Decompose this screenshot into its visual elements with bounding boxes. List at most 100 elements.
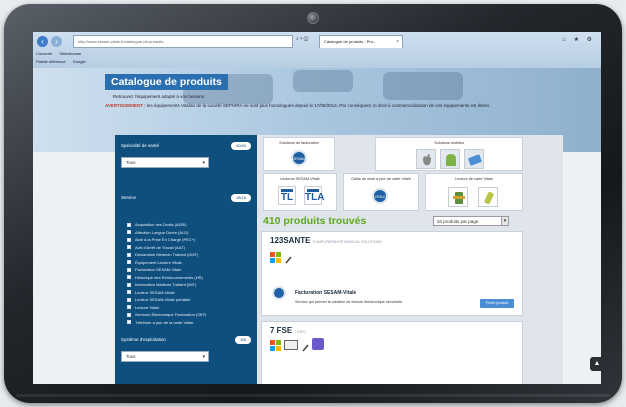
forward-arrow-icon[interactable]: › [51, 36, 62, 47]
service-option[interactable]: Lecture Vitale [127, 304, 255, 312]
filter-box-title: Outils de mise à jour de carte Vitale [351, 177, 411, 181]
sesam-icon: SESAM [291, 150, 307, 166]
warning-notice: AVERTISSEMENT : les équipements Vitaliss… [105, 102, 597, 109]
catalogue-content: Spécialité de santé 40/40 Tous ▾ Service… [115, 135, 563, 384]
filter-specialite-header[interactable]: Spécialité de santé 40/40 [121, 141, 251, 151]
filter-service-header[interactable]: Service 18/18 [121, 193, 251, 203]
checkbox[interactable] [127, 290, 131, 295]
product-name-text: 7 FSE [270, 326, 293, 335]
checkbox[interactable] [127, 312, 131, 317]
tab-catalogue[interactable]: Catalogue de produits - Pro... × [319, 35, 403, 48]
checkbox[interactable] [127, 267, 131, 272]
service-checkbox-list: Acquisition des Droits (ADRi) Affection … [127, 221, 255, 326]
checkbox[interactable] [127, 252, 131, 257]
tla-reader-icon[interactable]: TLA [304, 186, 325, 205]
browser-toolbar-icons[interactable]: ⌂ ★ ⚙ [562, 36, 595, 43]
per-page-select[interactable]: 20 produits par page ▾ [433, 216, 509, 226]
chevron-down-icon: ▾ [501, 216, 509, 226]
product-name[interactable]: 123SANTE COMPUTERSHOP MEDICAL SOLUTIONS [270, 236, 382, 245]
product-service-desc: Service qui permet la création de factur… [295, 300, 403, 304]
favorite-item-1[interactable]: Parfait référencé [36, 59, 66, 64]
checkbox[interactable] [127, 275, 131, 280]
card-reader-icon[interactable] [448, 187, 468, 207]
service-option[interactable]: Facturation SESAM-Vitale [127, 266, 255, 274]
product-details-button[interactable]: Fiche produit [480, 299, 514, 308]
service-option[interactable]: Aide à la Prise En Charge (PEC+) [127, 236, 255, 244]
scroll-to-top-button[interactable]: ▲ [590, 357, 601, 371]
option-label: Information Médecin Traitant (IMT) [135, 282, 197, 287]
pocket-pc-icon [284, 340, 298, 350]
filter-count-badge: 18/18 [230, 194, 251, 202]
checkbox[interactable] [127, 222, 131, 227]
service-option[interactable]: Téléinser à jour de la carte Vitale [127, 319, 255, 327]
menu-item-convertir[interactable]: Convertir [36, 51, 52, 56]
filter-count-badge: 40/40 [230, 142, 251, 150]
favorite-item-google[interactable]: Google [73, 59, 86, 64]
checkbox[interactable] [127, 245, 131, 250]
service-option[interactable]: Information Médecin Traitant (IMT) [127, 281, 255, 289]
filter-label: Service [121, 195, 137, 200]
option-label: Acquisition des Droits (ADRi) [135, 222, 187, 227]
service-option[interactable]: Lecteur SESAM-Vitale portable [127, 296, 255, 304]
vendor-name: 7 INFO [294, 330, 306, 334]
product-service-title: Facturation SESAM-Vitale [295, 290, 357, 296]
filter-box-title: Solutions de facturation [279, 141, 319, 145]
menu-bar: Convertir Sélectionner [36, 51, 88, 56]
filter-box-outils[interactable]: Outils de mise à jour de carte Vitale VI… [343, 173, 419, 211]
checkbox[interactable] [127, 297, 131, 302]
checkbox[interactable] [127, 237, 131, 242]
apple-icon[interactable] [416, 149, 436, 169]
filter-count-badge: 5/5 [235, 336, 251, 344]
checkbox[interactable] [127, 230, 131, 235]
vitale-update-icon: VITALE [372, 188, 388, 204]
service-option[interactable]: Lecteur SESAM-Vitale [127, 289, 255, 297]
checkbox[interactable] [127, 282, 131, 287]
specialite-select[interactable]: Tous ▾ [121, 157, 209, 168]
filter-box-lecteurs[interactable]: Lecteurs SESAM-Vitale TL TLA [263, 173, 337, 211]
checkbox[interactable] [127, 305, 131, 310]
systeme-select[interactable]: Tous ▾ [121, 351, 209, 362]
page-subtitle: Retrouvez l'équipement adapté à vos beso… [113, 94, 206, 99]
tablet-screen: ‹ › http://www.sesam-vitale.fr/catalogue… [33, 32, 601, 384]
mobile-device-icon [284, 252, 294, 264]
windows-mobile-icon[interactable] [464, 149, 484, 169]
results-count: 410 produits trouvés [263, 215, 367, 227]
tile-label: TL [280, 192, 294, 203]
filter-box-title: Solutions mobiles [434, 141, 464, 145]
tab-close-icon[interactable]: × [396, 36, 399, 48]
address-bar[interactable]: http://www.sesam-vitale.fr/catalogue-de-… [73, 35, 293, 48]
tile-label: TLA [305, 192, 325, 203]
service-option[interactable]: Déclaration Médecin Traitant (DMT) [127, 251, 255, 259]
option-label: Historique des Remboursements (HR) [135, 274, 203, 280]
filter-box-mobiles[interactable]: Solutions mobiles [375, 137, 523, 171]
service-option[interactable]: Équipement Lecture Vitale [127, 259, 255, 267]
filter-box-lecture[interactable]: Lecture de carte Vitale [425, 173, 523, 211]
service-option[interactable]: Historique des Remboursements (HR) [127, 274, 255, 282]
product-name-text: 123SANTE [270, 236, 311, 245]
service-option[interactable]: Services Électronique Facturation (SEF) [127, 311, 255, 319]
tablet-bezel-edge [16, 394, 610, 397]
tablet-frame: ‹ › http://www.sesam-vitale.fr/catalogue… [4, 4, 622, 403]
filter-box-facturation[interactable]: Solutions de facturation SESAM [263, 137, 335, 171]
android-icon[interactable] [440, 149, 460, 169]
favorites-bar: Parfait référencé Google [36, 59, 92, 64]
service-option[interactable]: Avis d'Arrêt de Travail (AAT) [127, 244, 255, 252]
service-option[interactable]: Affection Longue Durée (ALD) [127, 229, 255, 237]
windows-logo-icon [270, 340, 281, 351]
service-option[interactable]: Acquisition des Droits (ADRi) [127, 221, 255, 229]
option-label: Lecteur SESAM-Vitale portable [135, 297, 191, 302]
filter-box-title: Lecture de carte Vitale [455, 177, 493, 181]
card-reader-portable-icon[interactable] [478, 187, 498, 207]
address-bar-icons[interactable]: ⌕ ▾ ⓒ [296, 36, 308, 42]
option-label: Déclaration Médecin Traitant (DMT) [135, 252, 199, 257]
back-arrow-icon[interactable]: ‹ [37, 36, 48, 47]
checkbox[interactable] [127, 320, 131, 325]
product-name[interactable]: 7 FSE 7 INFO [270, 326, 306, 335]
icon-label: SESAM [293, 157, 305, 161]
tl-reader-icon[interactable]: TL [278, 186, 296, 205]
checkbox[interactable] [127, 260, 131, 265]
option-label: Services Électronique Facturation (SEF) [135, 312, 207, 317]
filter-systeme-header[interactable]: Système d'exploitation 5/5 [121, 335, 251, 345]
chevron-down-icon: ▾ [202, 160, 205, 166]
menu-item-selectionner[interactable]: Sélectionner [59, 51, 81, 56]
